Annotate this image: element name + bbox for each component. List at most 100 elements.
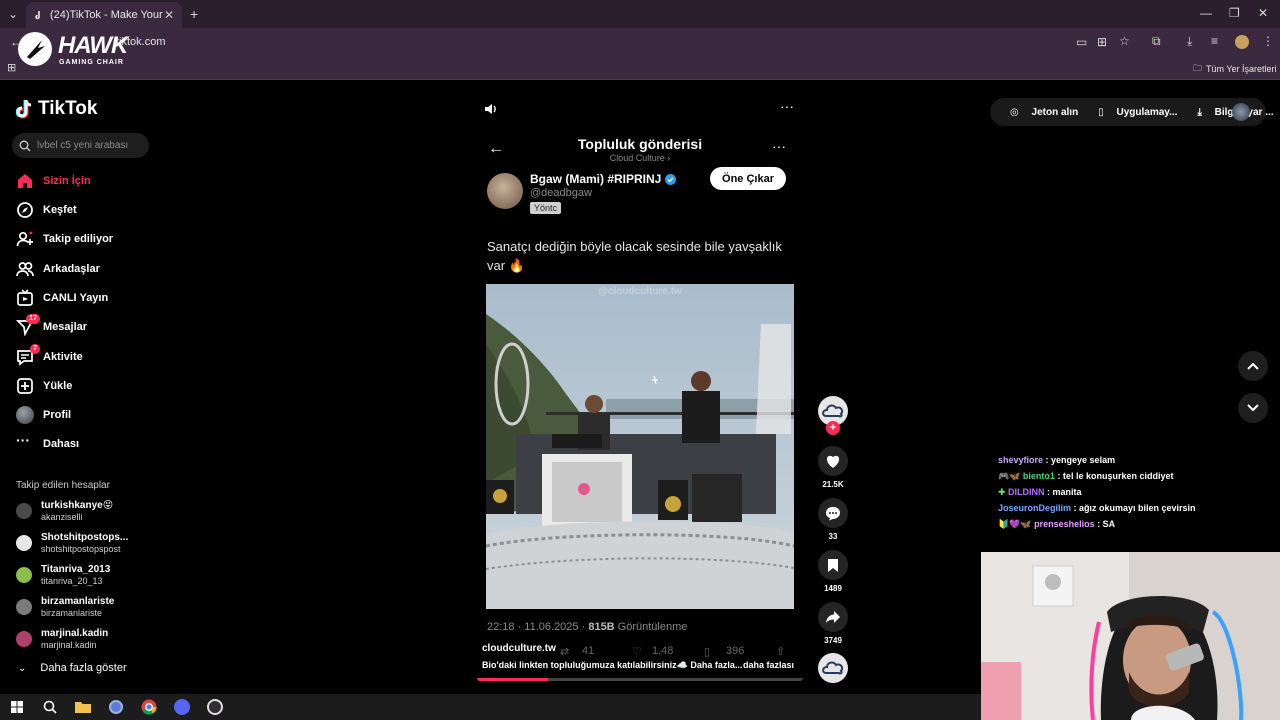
nav-explore[interactable]: Keşfet xyxy=(16,199,77,221)
nav-live[interactable]: CANLI Yayın xyxy=(16,287,108,309)
top-right-actions: ◎ Jeton alın ▯ Uygulamay... ⤓ Bilgisayar… xyxy=(990,98,1274,126)
chevron-down-icon: ⌄ xyxy=(18,662,27,674)
post-title: Topluluk gönderisi xyxy=(577,136,703,152)
window-close-icon[interactable]: ✕ xyxy=(1258,6,1268,20)
caption-more-link[interactable]: daha fazlası xyxy=(743,660,794,670)
comment-button[interactable]: 33 xyxy=(818,498,848,541)
get-coins-button[interactable]: ◎ Jeton alın xyxy=(1000,107,1078,118)
folder-icon: 🗀 xyxy=(1193,63,1203,73)
extensions-icon[interactable]: ⧉ xyxy=(1152,34,1161,49)
cast-icon[interactable]: ▭ xyxy=(1076,35,1087,49)
discord-button[interactable] xyxy=(165,694,198,720)
paper-plane-icon: 17 xyxy=(16,314,40,336)
following-account[interactable]: Shotshitpostops... shotshitpostopspost xyxy=(16,530,128,556)
nav-upload[interactable]: Yükle xyxy=(16,375,72,397)
tab-search-icon[interactable]: ⌄ xyxy=(8,7,18,21)
save-button[interactable]: 1489 xyxy=(818,550,848,593)
post-more-icon[interactable]: ··· xyxy=(772,138,786,154)
post-community[interactable]: Cloud Culture › xyxy=(476,153,804,163)
windows-icon xyxy=(10,701,23,713)
obs-button[interactable] xyxy=(198,694,231,720)
nav-following[interactable]: Takip ediliyor xyxy=(16,228,113,250)
following-account[interactable]: birzamanlariste birzamanlariste xyxy=(16,594,114,620)
post-image[interactable]: @cloudculture.tw xyxy=(486,284,794,609)
browser-tab[interactable]: (24)TikTok - Make Your Day ✕ xyxy=(26,2,182,28)
like-button[interactable]: 21.5K xyxy=(818,446,848,489)
tab-close-icon[interactable]: ✕ xyxy=(164,8,174,22)
chat-message: shevyfiore : yengeye selam xyxy=(998,455,1116,465)
media-icon[interactable]: ≡ xyxy=(1211,34,1218,48)
show-more-button[interactable]: ⌄ Daha fazla göster xyxy=(18,662,127,674)
heart-outline-icon: ♡ xyxy=(632,646,642,658)
tab-title: (24)TikTok - Make Your Day xyxy=(50,9,164,21)
friends-icon xyxy=(16,262,34,277)
video-progress-bar[interactable] xyxy=(476,678,804,681)
chrome-button[interactable] xyxy=(132,694,165,720)
author-avatar[interactable] xyxy=(487,173,523,209)
volume-icon[interactable] xyxy=(482,100,500,118)
video-more-icon[interactable]: ··· xyxy=(780,98,794,114)
restore-icon[interactable]: ❐ xyxy=(1229,6,1240,20)
video-player[interactable]: ··· ← Topluluk gönderisi Cloud Culture ›… xyxy=(476,92,804,684)
translate-icon[interactable]: ⊞ xyxy=(1097,35,1107,49)
start-button[interactable] xyxy=(0,694,33,720)
live-icon xyxy=(17,289,33,306)
discord-icon xyxy=(173,699,190,715)
account-avatar xyxy=(16,631,32,647)
file-explorer-button[interactable] xyxy=(66,694,99,720)
desktop-app-button[interactable]: ⤓ Bilgisayar ... xyxy=(1187,107,1273,118)
sound-disc[interactable] xyxy=(818,653,848,683)
app-circle-icon xyxy=(108,700,123,714)
account-avatar xyxy=(16,567,32,583)
download-icon[interactable]: ⤓ xyxy=(1187,34,1192,49)
app-button[interactable] xyxy=(99,694,132,720)
nav-profile[interactable]: Profil xyxy=(16,404,71,426)
hawk-tagline: GAMING CHAIR xyxy=(59,59,124,66)
tiktok-logo[interactable]: TikTok xyxy=(16,98,97,120)
creator-avatar[interactable]: + xyxy=(818,396,848,435)
share-count: 3749 xyxy=(824,636,842,645)
search-icon xyxy=(19,140,31,151)
webcam-overlay xyxy=(981,552,1280,720)
share-button[interactable]: 3749 xyxy=(818,602,848,645)
verified-icon xyxy=(665,173,677,185)
search-input[interactable]: lvbel c5 yeni arabası xyxy=(12,133,149,158)
user-avatar[interactable] xyxy=(1232,103,1250,121)
new-tab-icon[interactable]: + xyxy=(190,6,198,22)
follow-plus-icon[interactable]: + xyxy=(826,421,840,435)
author-name[interactable]: Bgaw (Mami) #RIPRINJ xyxy=(530,172,677,186)
messages-badge: 17 xyxy=(26,314,40,324)
nav-friends[interactable]: Arkadaşlar xyxy=(16,258,100,280)
following-account[interactable]: marjinal.kadin marjinal.kadin xyxy=(16,626,108,652)
caption-username[interactable]: cloudculture.tw xyxy=(482,643,556,654)
following-account[interactable]: turkishkanye😝 akanziselli xyxy=(16,498,113,524)
compass-icon xyxy=(17,202,33,218)
search-icon xyxy=(43,700,57,714)
next-video-button[interactable] xyxy=(1238,393,1268,423)
apps-grid-icon[interactable]: ⊞ xyxy=(7,61,16,74)
profile-avatar[interactable] xyxy=(1235,35,1249,49)
nav-activity[interactable]: 7 Aktivite xyxy=(16,344,83,368)
minimize-icon[interactable]: — xyxy=(1200,6,1212,20)
comment-icon xyxy=(818,498,848,528)
address-bar[interactable]: tiktok.com xyxy=(100,31,1100,53)
download-small-icon: ⤓ xyxy=(1197,106,1205,118)
coin-icon: ◎ xyxy=(1010,106,1022,118)
following-title: Takip edilen hesaplar xyxy=(16,480,110,491)
folder-icon xyxy=(74,702,91,713)
stream-chat: shevyfiore : yengeye selam 🎮🦋 biento1 : … xyxy=(998,452,1278,532)
nav-more[interactable]: ··· Dahası xyxy=(16,433,79,455)
star-icon[interactable]: ☆ xyxy=(1119,34,1130,48)
feature-button[interactable]: Öne Çıkar xyxy=(710,167,786,190)
get-app-button[interactable]: ▯ Uygulamay... xyxy=(1088,107,1177,118)
menu-icon[interactable]: ⋮ xyxy=(1262,34,1274,48)
nav-messages[interactable]: 17 Mesajlar xyxy=(16,314,87,338)
all-bookmarks[interactable]: 🗀 Tüm Yer İşaretleri xyxy=(1193,61,1277,77)
nav-for-you[interactable]: Sizin İçin xyxy=(16,170,91,192)
post-meta: 22:18 · 11.06.2025 · 815B Görüntülenme xyxy=(487,621,688,633)
taskbar-search[interactable] xyxy=(33,694,66,720)
upload-icon xyxy=(17,378,33,394)
following-account[interactable]: Titanriva_2013 titanriva_20_13 xyxy=(16,562,110,588)
previous-video-button[interactable] xyxy=(1238,351,1268,381)
hawk-brand: HAWK xyxy=(58,32,128,59)
